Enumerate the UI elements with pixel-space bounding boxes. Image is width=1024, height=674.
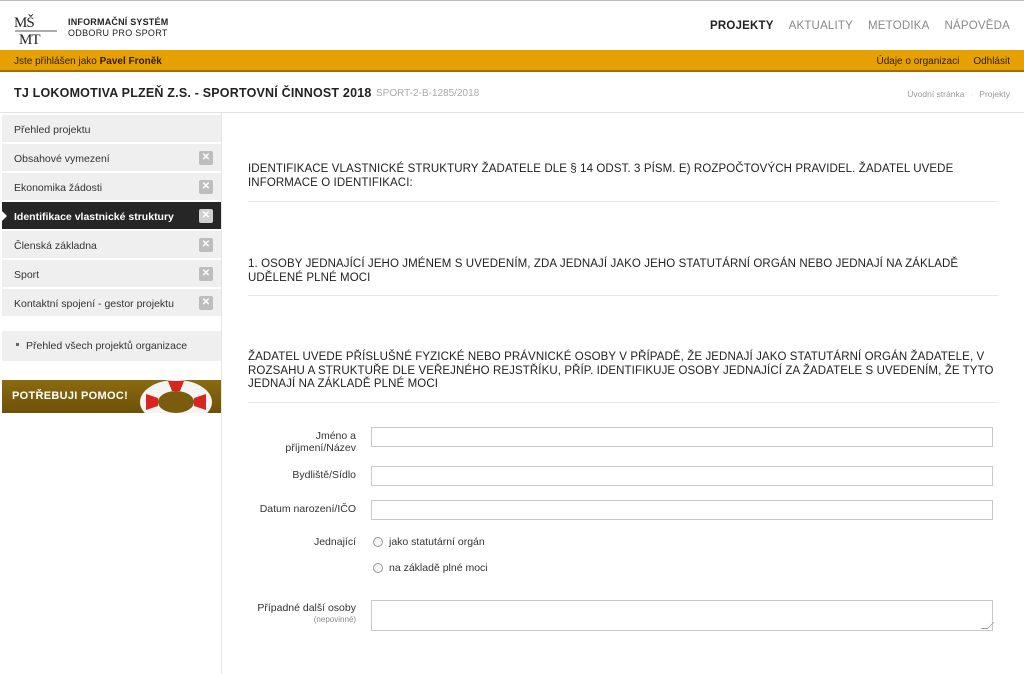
close-icon[interactable]: ✕ <box>199 151 213 165</box>
sidebar-item-economics[interactable]: Ekonomika žádosti ✕ <box>2 173 221 201</box>
logged-in-user: Pavel Froněk <box>99 56 162 67</box>
nav-metodika[interactable]: METODIKA <box>868 20 929 32</box>
others-label-block: Případné další osoby (nepovinné) <box>226 602 356 626</box>
sidebar-item-content-scope[interactable]: Obsahové vymezení ✕ <box>2 144 221 172</box>
logo-text[interactable]: INFORMAČNÍ SYSTÉM ODBORU PRO SPORT <box>68 17 168 39</box>
top-header: MŠ MT INFORMAČNÍ SYSTÉM ODBORU PRO SPORT… <box>0 0 1024 50</box>
sidebar-item-membership[interactable]: Členská základna ✕ <box>2 231 221 259</box>
nav-napoveda[interactable]: NÁPOVĚDA <box>944 20 1010 32</box>
breadcrumb-home[interactable]: Úvodní stránka <box>907 89 964 99</box>
sidebar-item-label: Členská základna <box>14 240 97 252</box>
radio-statutory-organ[interactable]: jako statutární orgán <box>373 536 485 548</box>
user-bar: Jste přihlášen jako Pavel Froněk Údaje o… <box>0 50 1024 72</box>
bullet-icon <box>16 343 19 346</box>
sidebar-item-label: Kontaktní spojení - gestor projektu <box>14 298 174 310</box>
organization-details-link[interactable]: Údaje o organizaci <box>876 56 959 67</box>
sidebar-item-label: Ekonomika žádosti <box>14 182 103 194</box>
logout-link[interactable]: Odhlásit <box>973 56 1010 67</box>
logo-line-2: ODBORU PRO SPORT <box>68 28 168 38</box>
main-content: IDENTIFIKACE VLASTNICKÉ STRUKTURY ŽADATE… <box>221 113 1024 674</box>
logo-line-1: INFORMAČNÍ SYSTÉM <box>68 17 169 27</box>
breadcrumb-projects[interactable]: Projekty <box>979 89 1010 99</box>
radio-label: jako statutární orgán <box>389 536 485 548</box>
name-label: Jméno a příjmení/Název <box>285 430 356 454</box>
sidebar-item-label: Obsahové vymezení <box>14 153 110 165</box>
project-title-bar: TJ LOKOMOTIVA PLZEŇ Z.S. - SPORTOVNÍ ČIN… <box>0 74 1024 113</box>
close-icon[interactable]: ✕ <box>199 180 213 194</box>
sidebar-item-label: Identifikace vlastnické struktury <box>14 211 174 223</box>
close-icon[interactable]: ✕ <box>199 238 213 252</box>
all-projects-link[interactable]: Přehled všech projektů organizace <box>2 331 221 361</box>
radio-power-of-attorney[interactable]: na základě plné moci <box>373 562 488 574</box>
sidebar-item-label: Přehled projektu <box>14 124 91 136</box>
sidebar-item-ownership-structure[interactable]: Identifikace vlastnické struktury ✕ <box>2 202 221 230</box>
project-title: TJ LOKOMOTIVA PLZEŇ Z.S. - SPORTOVNÍ ČIN… <box>14 86 372 100</box>
others-textarea[interactable] <box>371 600 993 631</box>
svg-text:MT: MT <box>19 32 40 47</box>
lifebuoy-icon <box>140 380 212 413</box>
close-icon[interactable]: ✕ <box>199 209 213 223</box>
close-icon[interactable]: ✕ <box>199 296 213 310</box>
id-input[interactable] <box>371 500 993 520</box>
breadcrumb: Úvodní stránka · Projekty <box>907 89 1010 99</box>
logged-in-prefix: Jste přihlášen jako <box>14 56 97 67</box>
sidebar-item-contact[interactable]: Kontaktní spojení - gestor projektu ✕ <box>2 289 221 317</box>
help-label: POTŘEBUJI POMOC! <box>12 390 129 402</box>
address-label: Bydliště/Sídlo <box>292 469 356 481</box>
section-heading-instructions: ŽADATEL UVEDE PŘÍSLUŠNÉ FYZICKÉ NEBO PRÁ… <box>248 351 994 390</box>
radio-button[interactable] <box>373 537 383 547</box>
section-heading-identification: IDENTIFIKACE VLASTNICKÉ STRUKTURY ŽADATE… <box>248 163 954 189</box>
help-banner[interactable]: POTŘEBUJI POMOC! <box>2 380 221 413</box>
sidebar: Přehled projektu Obsahové vymezení ✕ Eko… <box>0 113 221 674</box>
others-label: Případné další osoby <box>257 602 356 614</box>
address-input[interactable] <box>371 466 993 486</box>
nav-aktuality[interactable]: AKTUALITY <box>789 20 853 32</box>
nav-projekty[interactable]: PROJEKTY <box>710 20 774 32</box>
divider <box>248 402 998 403</box>
user-links: Údaje o organizaci Odhlásit <box>876 56 1010 67</box>
divider <box>248 295 998 296</box>
sidebar-item-sport[interactable]: Sport ✕ <box>2 260 221 288</box>
breadcrumb-separator: · <box>970 89 974 99</box>
radio-button[interactable] <box>373 563 383 573</box>
divider <box>248 201 998 202</box>
msmt-logo-icon[interactable]: MŠ MT <box>13 13 61 47</box>
radio-label: na základě plné moci <box>389 562 488 574</box>
top-navigation: PROJEKTY AKTUALITY METODIKA NÁPOVĚDA <box>710 20 1010 32</box>
others-sublabel: (nepovinné) <box>313 615 356 624</box>
close-icon[interactable]: ✕ <box>199 267 213 281</box>
sidebar-item-project-overview[interactable]: Přehled projektu <box>2 115 221 143</box>
id-label: Datum narození/IČO <box>259 503 356 515</box>
project-code: SPORT-2-B-1285/2018 <box>376 88 480 99</box>
all-projects-label: Přehled všech projektů organizace <box>26 340 188 352</box>
section-heading-acting-persons: 1. OSOBY JEDNAJÍCÍ JEHO JMÉNEM S UVEDENÍ… <box>248 258 959 284</box>
acting-label: Jednající <box>313 536 356 548</box>
svg-text:MŠ: MŠ <box>14 14 34 31</box>
sidebar-item-label: Sport <box>14 269 40 281</box>
logged-in-info: Jste přihlášen jako Pavel Froněk <box>14 56 162 67</box>
name-input[interactable] <box>371 427 993 447</box>
